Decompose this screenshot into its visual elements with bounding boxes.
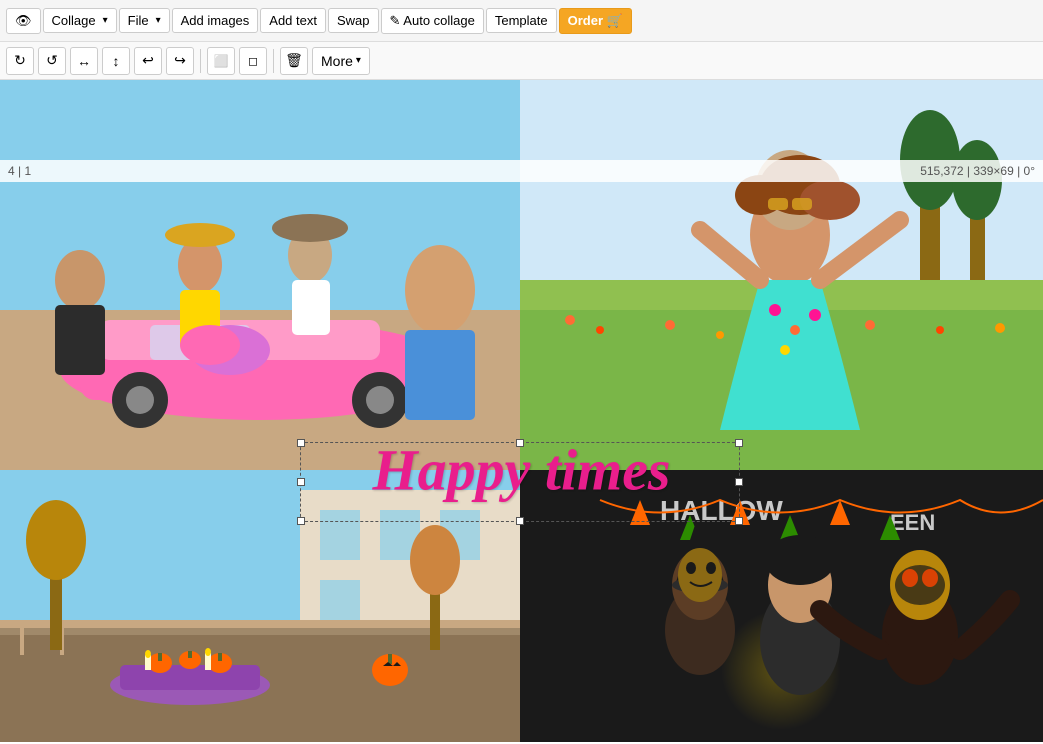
rotate-ccw-button[interactable]: ↺ (38, 47, 66, 75)
crop-button[interactable]: ⬜ (207, 47, 235, 75)
file-button[interactable]: File (119, 8, 170, 33)
photo-cell-2[interactable] (520, 80, 1043, 470)
auto-collage-button[interactable]: ✎ Auto collage (381, 8, 484, 34)
template-label: Template (495, 13, 548, 28)
flip-v-icon: ↕ (113, 53, 120, 69)
canvas-area[interactable]: 4 | 1 515,372 | 339×69 | 0° (0, 80, 1043, 742)
more-label: More (321, 53, 353, 69)
add-text-label: Add text (269, 13, 317, 28)
file-label: File (128, 13, 149, 28)
add-images-button[interactable]: Add images (172, 8, 259, 33)
collage-label: Collage (52, 13, 96, 28)
resize-icon: ◻ (248, 54, 258, 68)
swap-button[interactable]: Swap (328, 8, 379, 33)
template-button[interactable]: Template (486, 8, 557, 33)
top-toolbar: 👁 Collage File Add images Add text Swap … (0, 0, 1043, 42)
collage-button[interactable]: Collage (43, 8, 117, 33)
auto-collage-label: ✎ Auto collage (390, 13, 475, 29)
toolbar-divider (200, 49, 201, 73)
photo-cell-4[interactable]: HALLOW EEN (520, 470, 1043, 742)
flip-h-icon: ↔ (77, 53, 91, 69)
swap-label: Swap (337, 13, 370, 28)
resize-button[interactable]: ◻ (239, 47, 267, 75)
photo-grid: HALLOW EEN (0, 80, 1043, 742)
undo-button[interactable]: ↩ (134, 47, 162, 75)
redo-icon: ↪ (174, 52, 186, 69)
rotate-cw-icon: ↻ (14, 52, 26, 69)
rotate-ccw-icon: ↺ (46, 52, 58, 69)
undo-icon: ↩ (142, 52, 154, 69)
order-button[interactable]: Order 🛒 (559, 8, 632, 34)
rotate-cw-button[interactable]: ↻ (6, 47, 34, 75)
toolbar-divider-2 (273, 49, 274, 73)
delete-button[interactable]: 🗑 (280, 47, 308, 75)
trash-icon: 🗑 (285, 52, 303, 69)
add-text-button[interactable]: Add text (260, 8, 326, 33)
svg-text:EEN: EEN (890, 510, 935, 535)
redo-button[interactable]: ↪ (166, 47, 194, 75)
photo-cell-1[interactable] (0, 80, 520, 470)
more-button[interactable]: More (312, 47, 370, 75)
flip-v-button[interactable]: ↕ (102, 47, 130, 75)
crop-icon: ⬜ (214, 54, 229, 68)
eye-button[interactable]: 👁 (6, 8, 41, 34)
order-label: Order 🛒 (568, 13, 623, 29)
photo-cell-3[interactable] (0, 470, 520, 742)
flip-h-button[interactable]: ↔ (70, 47, 98, 75)
second-toolbar: ↻ ↺ ↔ ↕ ↩ ↪ ⬜ ◻ 🗑 More (0, 42, 1043, 80)
eye-icon: 👁 (15, 13, 32, 29)
add-images-label: Add images (181, 13, 250, 28)
